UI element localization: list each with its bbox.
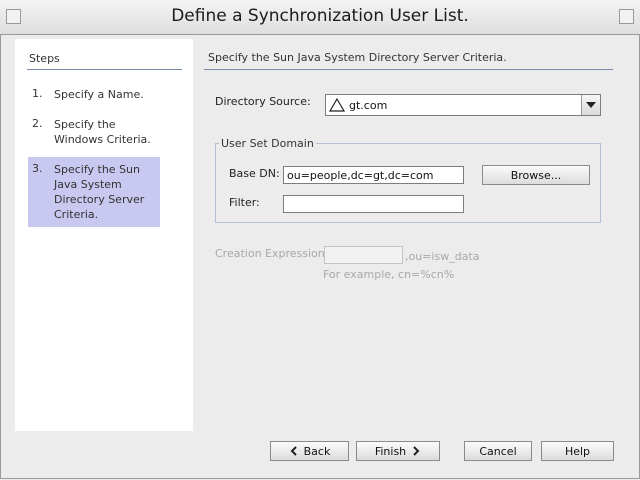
creation-expression-label: Creation Expression: [215,247,329,260]
creation-expression-example: For example, cn=%cn% [323,268,455,281]
filter-input[interactable] [283,195,464,213]
chevron-down-icon[interactable] [581,95,600,115]
cancel-button[interactable]: Cancel [464,441,532,461]
window-maximize-icon[interactable] [619,9,634,24]
directory-source-value: gt.com [349,99,388,112]
base-dn-label: Base DN: [229,167,280,180]
window-title: Define a Synchronization User List. [171,6,469,26]
warning-icon [329,98,345,112]
user-set-domain-legend: User Set Domain [221,137,314,150]
browse-button-label: Browse... [510,168,562,182]
step-label: Specify a Name. [54,88,144,101]
steps-panel: Steps 1. Specify a Name. 2. Specify the … [15,39,193,431]
back-button[interactable]: Back [270,441,349,461]
browse-button[interactable]: Browse... [482,165,590,185]
creation-expression-suffix: ,ou=isw_data [405,250,480,263]
creation-expression-input[interactable] [324,246,403,264]
filter-label: Filter: [229,196,260,209]
cancel-button-label: Cancel [479,444,517,458]
chevron-left-icon [290,446,297,456]
finish-button-label: Finish [374,444,407,458]
step-number: 2. [32,117,43,130]
step-item-3[interactable]: 3. Specify the Sun Java System Directory… [28,157,160,227]
step-item-1[interactable]: 1. Specify a Name. [28,87,160,103]
heading-divider [204,69,613,70]
finish-button[interactable]: Finish [356,441,440,461]
steps-heading: Steps [29,52,60,65]
step-label: Specify the Sun Java System Directory Se… [54,163,145,221]
step-item-2[interactable]: 2. Specify the Windows Criteria. [28,117,160,149]
base-dn-input[interactable] [283,166,464,184]
chevron-right-icon [413,446,420,456]
directory-source-combo[interactable]: gt.com [325,94,601,116]
back-button-label: Back [303,444,331,458]
help-button-label: Help [564,444,591,458]
step-number: 1. [32,87,43,100]
steps-divider [27,69,182,70]
window-titlebar: Define a Synchronization User List. [0,0,640,35]
directory-source-label: Directory Source: [215,95,311,108]
page-heading: Specify the Sun Java System Directory Se… [208,51,507,64]
help-button[interactable]: Help [541,441,614,461]
step-label: Specify the Windows Criteria. [54,118,151,146]
step-number: 3. [32,162,43,175]
